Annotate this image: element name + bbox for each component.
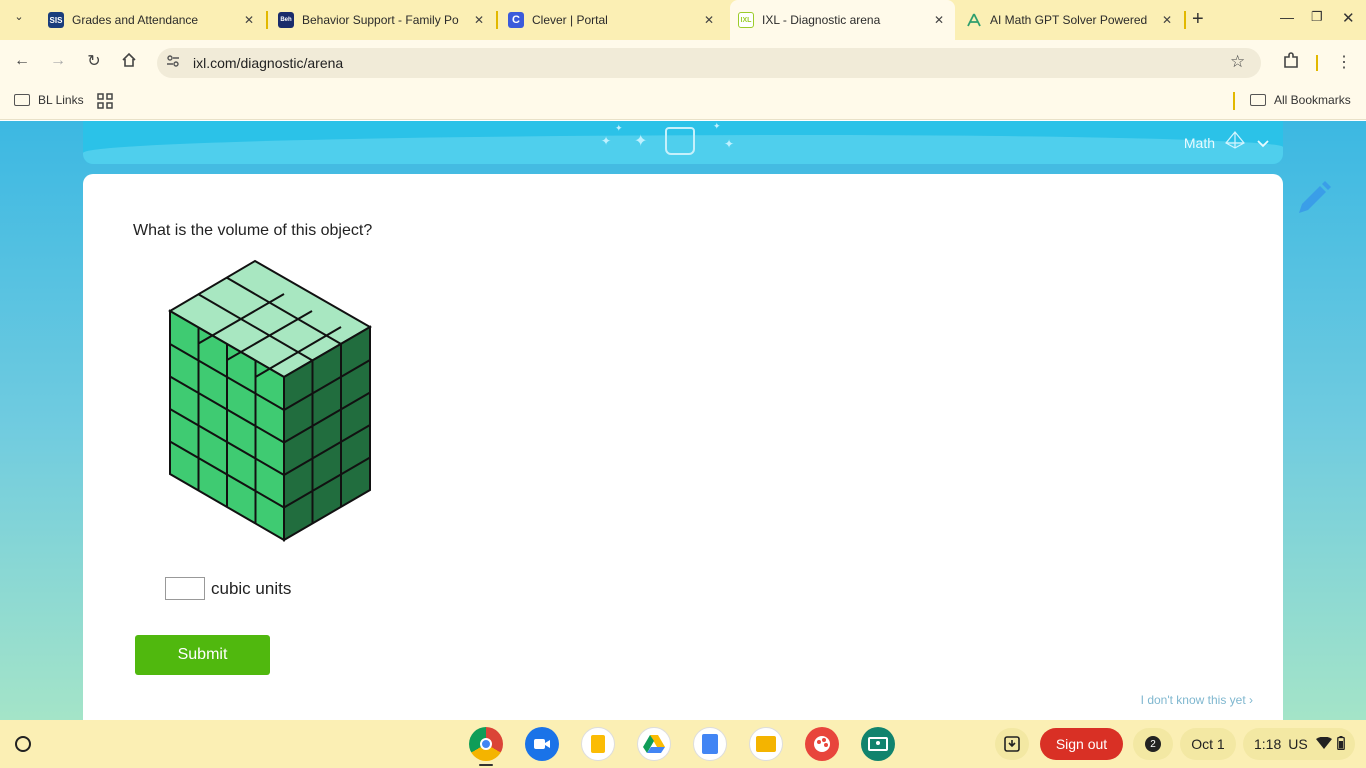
dont-know-link[interactable]: I don't know this yet › [1141,693,1253,707]
bookmark-star-icon[interactable]: ☆ [1230,52,1245,72]
drive-app-icon[interactable] [637,727,671,761]
bookmarks-divider [1233,92,1235,110]
docs-app-icon[interactable] [693,727,727,761]
pencil-scratchpad-icon[interactable] [1293,179,1333,219]
tab-behavior-support[interactable]: Beh Behavior Support - Family Po ✕ [270,0,495,40]
more-menu-icon[interactable]: ⋮ [1334,52,1354,72]
unit-label: cubic units [211,578,292,598]
question-prompt: What is the volume of this object? [133,222,373,239]
tab-title: Grades and Attendance [72,13,199,27]
canvas-app-icon[interactable] [805,727,839,761]
sparkle-icon: ✦ [713,121,721,131]
folder-icon [1250,94,1266,106]
behavior-favicon-icon: Beh [278,12,294,28]
time-label: 1:18 [1254,736,1282,752]
tab-ixl-diagnostic[interactable]: IXL IXL - Diagnostic arena ✕ [730,0,955,40]
forward-icon[interactable]: → [48,52,68,70]
slides-app-icon[interactable] [749,727,783,761]
castle-icon [665,127,695,155]
maximize-icon[interactable]: ❐ [1311,9,1323,25]
site-info-icon[interactable] [166,54,180,71]
submit-button[interactable]: Submit [135,635,270,675]
locale-label: US [1288,736,1308,752]
screen-capture-icon[interactable] [995,728,1029,760]
keep-app-icon[interactable] [581,727,615,761]
url-text[interactable]: ixl.com/diagnostic/arena [193,55,343,71]
close-window-icon[interactable]: ✕ [1342,9,1355,27]
tab-search-chevron-icon[interactable]: ⌄ [8,10,30,30]
tab-title: Clever | Portal [532,13,608,27]
subject-label: Math [1183,134,1215,151]
all-bookmarks[interactable]: All Bookmarks [1250,93,1351,107]
tab-title: Behavior Support - Family Po [302,13,459,27]
close-tab-icon[interactable]: ✕ [931,13,947,27]
tab-ai-math-solver[interactable]: AI Math GPT Solver Powered ✕ [958,0,1183,40]
pyramid-icon [1225,131,1245,154]
date-label: Oct 1 [1191,736,1225,752]
new-tab-button[interactable]: + [1192,8,1204,31]
tab-clever-portal[interactable]: C Clever | Portal ✕ [500,0,725,40]
reload-icon[interactable]: ↻ [84,51,104,71]
wifi-icon [1315,736,1332,752]
notification-count: 2 [1145,736,1161,752]
chevron-down-icon [1257,135,1269,151]
cube-stack-figure [168,259,372,542]
back-icon[interactable]: ← [12,52,32,70]
bookmark-label: BL Links [38,93,84,107]
notifications-button[interactable]: 2 [1133,728,1173,760]
close-tab-icon[interactable]: ✕ [471,13,487,27]
tab-divider [1184,11,1186,29]
close-tab-icon[interactable]: ✕ [241,13,257,27]
status-tray[interactable]: 1:18 US [1243,728,1355,760]
active-app-indicator [479,764,493,766]
extensions-icon[interactable] [1281,52,1301,75]
math-solver-icon [966,12,982,28]
battery-icon [1336,735,1345,753]
sign-out-button[interactable]: Sign out [1040,728,1123,760]
tab-strip: ⌄ SIS Grades and Attendance ✕ Beh Behavi… [0,0,1366,40]
close-tab-icon[interactable]: ✕ [701,13,717,27]
tab-divider [496,11,498,29]
arena-banner: ✦ ✦ ✦ ✦ ✦ Math [83,121,1283,164]
date-tray[interactable]: Oct 1 [1180,728,1236,760]
sparkle-icon: ✦ [634,133,648,150]
classroom-app-icon[interactable] [861,727,895,761]
sparkle-icon: ✦ [615,123,623,133]
close-tab-icon[interactable]: ✕ [1159,13,1175,27]
bookmark-bl-links[interactable]: BL Links [14,93,84,107]
apps-grid-icon[interactable] [97,93,113,109]
launcher-icon[interactable] [15,736,31,752]
sparkle-icon: ✦ [724,137,735,151]
answer-row: cubic units [165,577,291,600]
ixl-favicon-icon: IXL [738,12,754,28]
meet-app-icon[interactable] [525,727,559,761]
sis-favicon-icon: SIS [48,12,64,28]
tab-divider [266,11,268,29]
clever-favicon-icon: C [508,12,524,28]
ixl-page: ✦ ✦ ✦ ✦ ✦ Math What is the volume of thi… [0,121,1366,720]
toolbar-divider [1316,55,1318,71]
minimize-icon[interactable]: — [1280,9,1294,25]
bookmarks-bar [0,84,1366,120]
tab-title: IXL - Diagnostic arena [762,13,881,27]
volume-answer-input[interactable] [165,577,205,600]
bookmark-label: All Bookmarks [1274,93,1351,107]
chrome-app-icon[interactable] [469,727,503,761]
tab-title: AI Math GPT Solver Powered [990,13,1148,27]
tab-grades-attendance[interactable]: SIS Grades and Attendance ✕ [40,0,265,40]
sparkle-icon: ✦ [601,134,612,148]
subject-selector[interactable]: Math [1184,131,1269,154]
home-icon[interactable] [119,52,139,73]
question-card: What is the volume of this object? cubic… [83,174,1283,720]
folder-icon [14,94,30,106]
